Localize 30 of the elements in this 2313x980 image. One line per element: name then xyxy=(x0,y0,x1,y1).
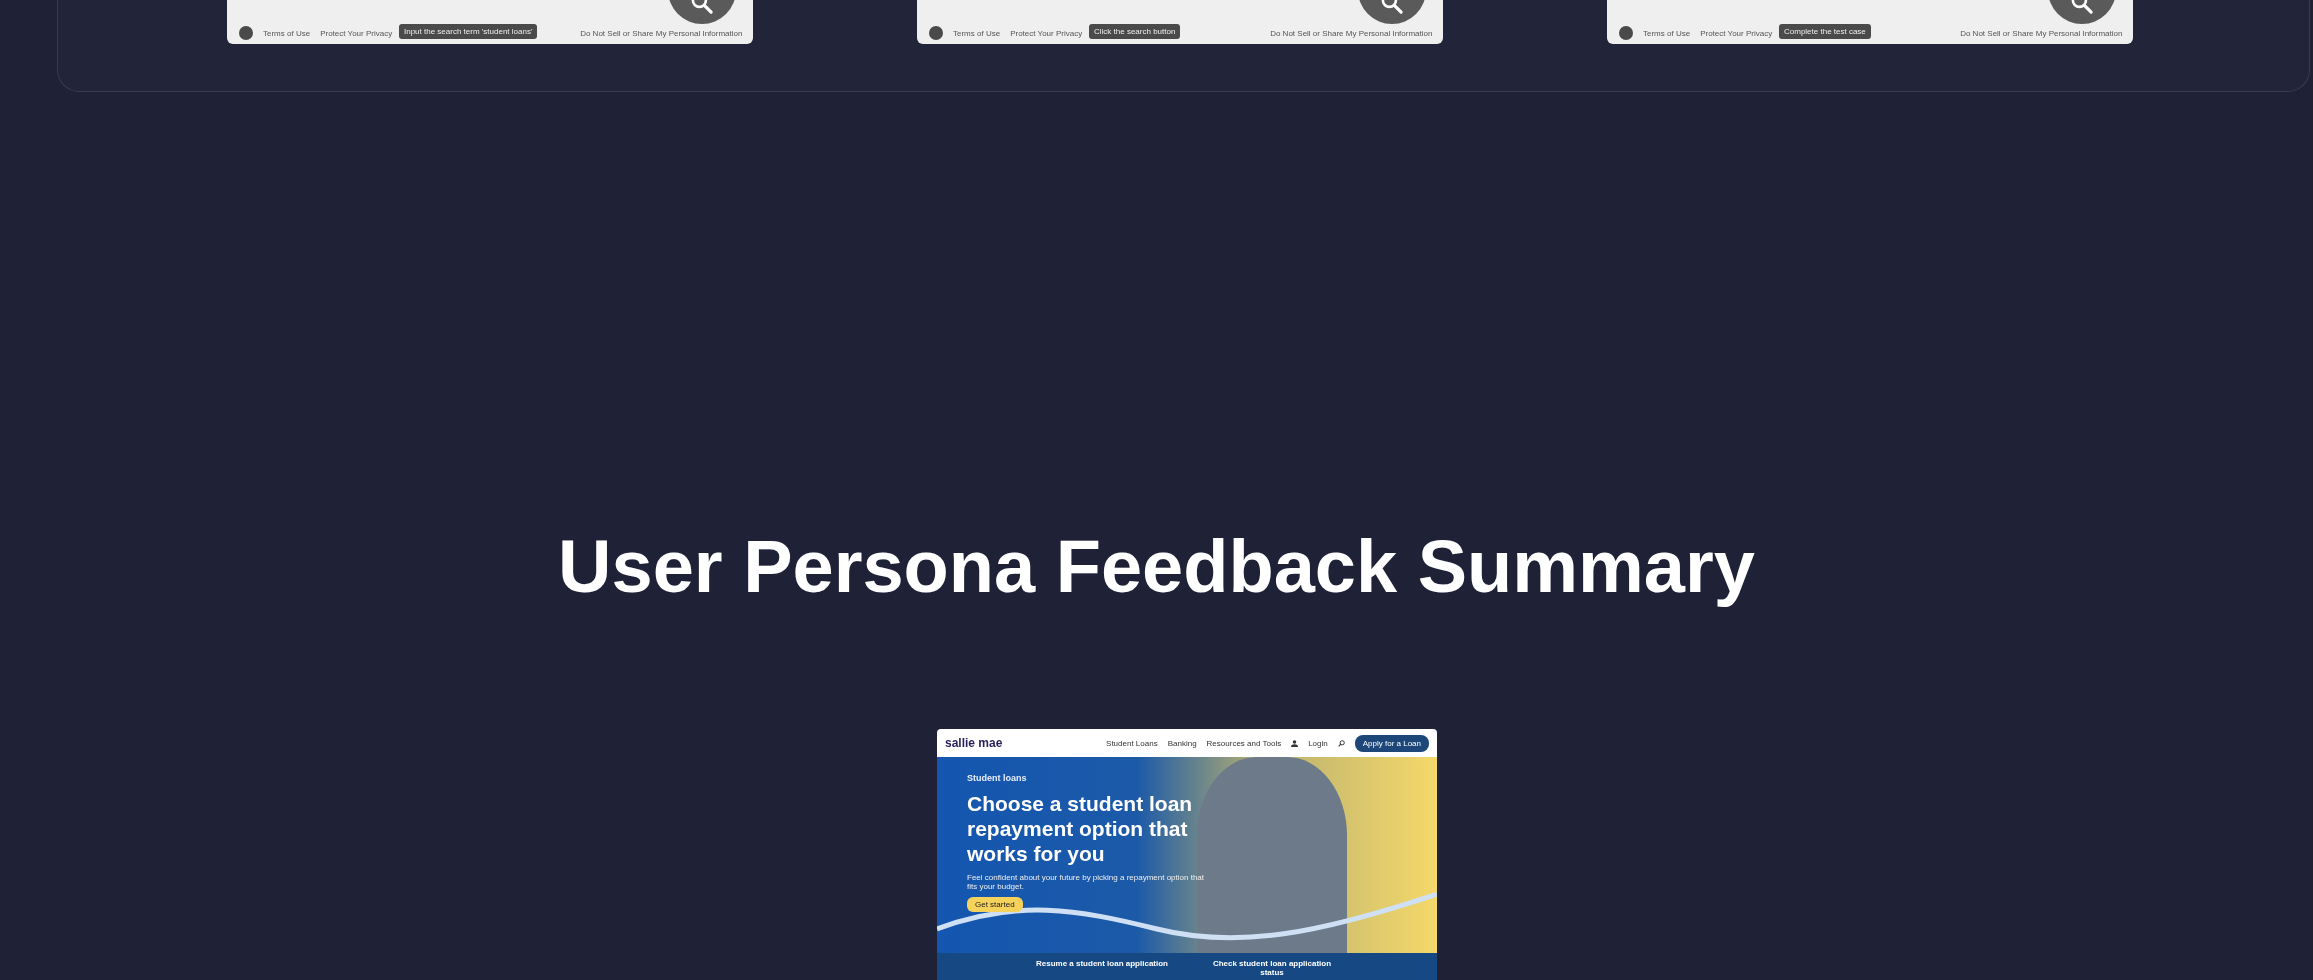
hero-title: Choose a student loan repayment option that works for you xyxy=(967,791,1194,867)
nav-link[interactable]: Resources and Tools xyxy=(1206,738,1282,748)
eyebrow-text: Student loans xyxy=(967,773,1028,783)
circle-icon xyxy=(929,26,943,40)
bar-link[interactable]: Resume a student loan application xyxy=(1032,959,1172,980)
tooltip: Complete the test case xyxy=(1779,24,1871,39)
bar-link[interactable]: Check student loan application status xyxy=(1202,959,1342,980)
person-icon xyxy=(1291,739,1299,747)
circle-icon xyxy=(239,26,253,40)
section-heading: User Persona Feedback Summary xyxy=(557,524,1756,610)
hero-subtitle: Feel confident about your future by picking a repayment option that fits your budget. xyxy=(967,872,1206,891)
tooltip: Click the search button xyxy=(1089,24,1181,39)
nav-link[interactable]: Student Loans xyxy=(1106,738,1158,748)
footer-link[interactable]: Do Not Sell or Share My Personal Information xyxy=(1960,28,2123,38)
footer-link[interactable]: Do Not Sell or Share My Personal Information xyxy=(1270,28,1433,38)
footer-link[interactable]: Terms of Use xyxy=(263,28,311,38)
footer-link[interactable]: Protect Your Privacy xyxy=(320,28,393,38)
footer-link[interactable]: Protect Your Privacy xyxy=(1700,28,1773,38)
footer-link[interactable]: Terms of Use xyxy=(1643,28,1691,38)
login-link[interactable]: Login xyxy=(1308,738,1328,748)
search-icon[interactable] xyxy=(1337,739,1345,747)
footer-link[interactable]: Do Not Sell or Share My Personal Information xyxy=(580,28,743,38)
tooltip: Input the search term 'student loans' xyxy=(399,24,538,39)
logo[interactable]: sallie mae xyxy=(945,736,1003,750)
nav-link[interactable]: Banking xyxy=(1167,738,1197,748)
apply-button[interactable]: Apply for a Loan xyxy=(1354,734,1429,752)
footer-link[interactable]: Protect Your Privacy xyxy=(1010,28,1083,38)
footer-link[interactable]: Terms of Use xyxy=(953,28,1001,38)
get-started-button[interactable]: Get started xyxy=(967,896,1023,912)
circle-icon xyxy=(1619,26,1633,40)
